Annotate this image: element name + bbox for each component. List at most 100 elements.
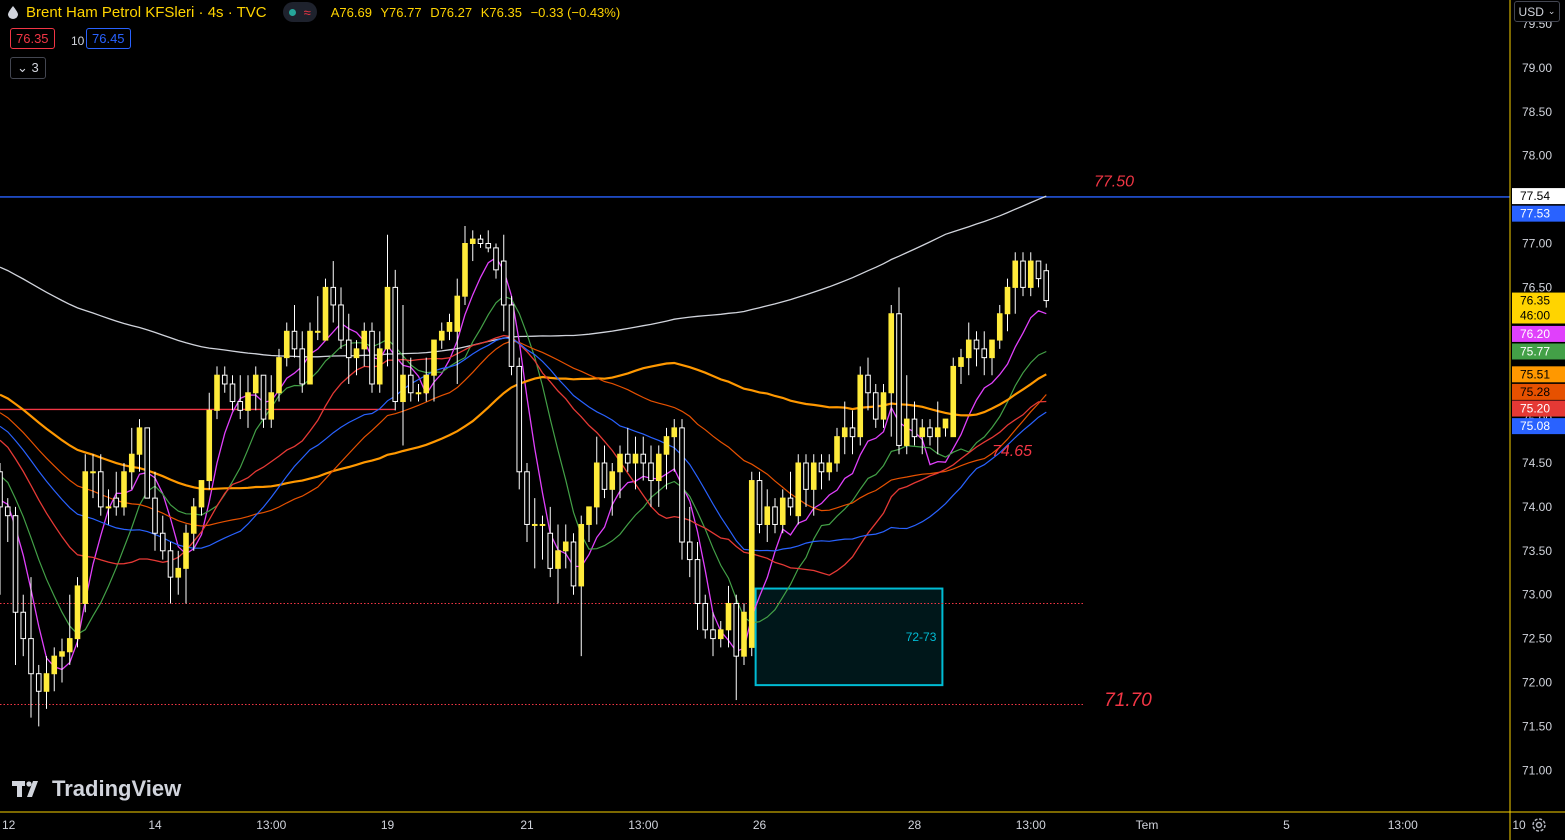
candle[interactable] <box>779 497 786 525</box>
candle[interactable] <box>43 673 50 692</box>
candle[interactable] <box>872 392 879 420</box>
candle[interactable] <box>376 348 383 385</box>
candle[interactable] <box>485 243 492 249</box>
candle[interactable] <box>531 523 538 526</box>
candle[interactable] <box>128 453 135 473</box>
candle[interactable] <box>919 427 926 438</box>
candle[interactable] <box>20 611 27 640</box>
candle[interactable] <box>229 383 236 403</box>
candle[interactable] <box>214 374 220 411</box>
candle[interactable] <box>810 462 817 490</box>
candle[interactable] <box>330 286 337 306</box>
candle[interactable] <box>725 602 732 631</box>
candle[interactable] <box>105 506 112 509</box>
candle[interactable] <box>237 401 244 411</box>
candle[interactable] <box>74 585 81 640</box>
candle[interactable] <box>276 357 282 394</box>
candle[interactable] <box>841 427 848 438</box>
candle[interactable] <box>113 497 120 508</box>
candle[interactable] <box>167 550 174 578</box>
candle[interactable] <box>66 638 73 653</box>
candle[interactable] <box>121 471 127 508</box>
candle[interactable] <box>981 348 988 359</box>
market-status[interactable]: ≈ <box>282 2 317 22</box>
candle[interactable] <box>423 374 430 394</box>
candle[interactable] <box>190 506 197 534</box>
candle[interactable] <box>0 471 3 508</box>
candle[interactable] <box>803 462 809 490</box>
candle[interactable] <box>694 559 701 604</box>
candle[interactable] <box>609 471 616 490</box>
candle[interactable] <box>307 330 313 385</box>
candle[interactable] <box>4 506 11 517</box>
price-annotation[interactable]: 77.50 <box>1094 173 1134 190</box>
candle[interactable] <box>655 453 662 482</box>
candle[interactable] <box>958 357 964 367</box>
candle[interactable] <box>477 238 484 245</box>
candle[interactable] <box>260 374 267 420</box>
candle[interactable] <box>632 453 639 464</box>
candle[interactable] <box>493 247 499 271</box>
candle[interactable] <box>415 392 422 395</box>
candle[interactable] <box>756 480 763 525</box>
candle[interactable] <box>849 427 856 438</box>
candle[interactable] <box>59 651 65 657</box>
candle[interactable] <box>1020 260 1026 288</box>
candle[interactable] <box>508 304 515 367</box>
candle[interactable] <box>539 523 546 526</box>
candle[interactable] <box>384 286 391 350</box>
candle[interactable] <box>400 374 406 403</box>
candle[interactable] <box>462 243 468 297</box>
currency-selector[interactable]: USD ⌄ <box>1514 1 1560 22</box>
candle[interactable] <box>973 339 980 350</box>
candle[interactable] <box>1035 260 1042 280</box>
candle[interactable] <box>245 392 251 411</box>
candle[interactable] <box>1043 270 1050 302</box>
price-annotation[interactable]: 71.70 <box>1104 690 1152 711</box>
candle[interactable] <box>934 427 941 438</box>
candle[interactable] <box>648 462 654 482</box>
candle[interactable] <box>965 339 972 359</box>
candle[interactable] <box>950 365 957 438</box>
candle[interactable] <box>338 304 344 341</box>
candle[interactable] <box>392 286 399 403</box>
candle[interactable] <box>516 365 523 473</box>
candle[interactable] <box>748 480 755 648</box>
candle[interactable] <box>469 238 476 245</box>
candle[interactable] <box>291 330 298 350</box>
candle[interactable] <box>524 471 530 525</box>
candle[interactable] <box>617 453 623 473</box>
candle[interactable] <box>593 462 600 508</box>
candle[interactable] <box>82 471 89 604</box>
candle[interactable] <box>268 392 275 420</box>
candle[interactable] <box>299 348 306 385</box>
candle[interactable] <box>369 330 375 385</box>
candle[interactable] <box>51 655 58 675</box>
symbol-title[interactable]: Brent Ham Petrol KFSleri · 4s · TVC <box>26 4 267 21</box>
candle[interactable] <box>562 541 569 552</box>
candle[interactable] <box>1027 260 1034 288</box>
candle[interactable] <box>624 453 631 464</box>
candle[interactable] <box>702 602 709 631</box>
candle[interactable] <box>733 602 740 657</box>
candle[interactable] <box>353 348 360 359</box>
candle[interactable] <box>896 313 902 446</box>
candle[interactable] <box>586 506 592 525</box>
candle[interactable] <box>795 462 802 517</box>
candle[interactable] <box>679 427 685 543</box>
candle[interactable] <box>911 418 918 438</box>
candle[interactable] <box>710 629 716 640</box>
candle[interactable] <box>446 322 453 332</box>
candle[interactable] <box>570 541 577 587</box>
candle[interactable] <box>206 409 213 482</box>
candle[interactable] <box>35 673 42 692</box>
candle[interactable] <box>903 418 910 446</box>
candle[interactable] <box>834 436 840 464</box>
candle[interactable] <box>787 497 794 508</box>
candle[interactable] <box>152 497 158 534</box>
candle[interactable] <box>175 567 182 578</box>
candle[interactable] <box>741 611 747 657</box>
candle[interactable] <box>159 532 166 552</box>
candle[interactable] <box>454 295 461 332</box>
candle[interactable] <box>438 330 445 341</box>
